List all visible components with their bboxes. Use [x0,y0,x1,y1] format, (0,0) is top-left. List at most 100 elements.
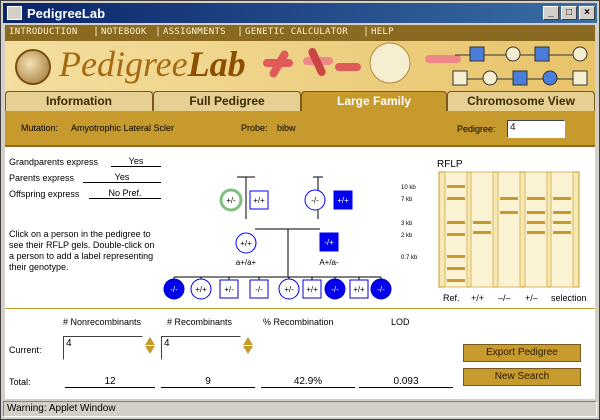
pedigree-circle-icon [505,46,521,62]
pedigree-square-icon [512,70,528,86]
pedigree-circle-icon [542,70,558,86]
gel-band [447,279,465,282]
gel-band [447,267,465,270]
rflp-gel: RFLP 10 kb 7 kb 3 kb 2 kb 0.7 kb Ref. +/… [401,159,587,303]
gel-lane [497,171,521,288]
genotype-label: +/- [284,285,294,294]
size-label: 3 kb [401,221,413,227]
chromosome-pair-icon [425,55,461,63]
probe-label: Probe: [241,123,268,133]
size-label: 7 kb [401,197,413,203]
current-label: Current: [9,345,42,355]
gel-band [447,197,465,200]
genotype-label: +/- [224,285,234,294]
mutation-label: Mutation: [21,123,59,133]
mutation-bar: Mutation: Amyotrophic Lateral Scler Prob… [5,111,595,147]
gel-band [527,211,545,214]
menu-genetic-calculator[interactable]: GENETIC CALCULATOR [245,27,348,37]
rflp-title: RFLP [437,159,463,170]
genotype-label: +/+ [240,239,252,248]
pedigree-label: Pedigree: [457,124,496,134]
gel-band [553,197,571,200]
lane-label-pm: +/– [525,293,538,303]
maximize-button[interactable]: □ [561,6,577,20]
percent-recombination-header: % Recombination [263,317,334,327]
offspring-express-label: Offspring express [9,189,80,199]
total-percent-recombination: 42.9% [261,376,355,388]
statistics-panel: # Nonrecombinants # Recombinants % Recom… [5,308,595,399]
genotype-label: -/+ [324,238,334,247]
applet-content: INTRODUCTION | NOTEBOOK | ASSIGNMENTS | … [5,25,595,399]
parents-express-label: Parents express [9,173,75,183]
gel-band [527,221,545,224]
total-nonrecombinants: 12 [65,376,155,388]
gel-band [553,231,571,234]
gel-band [447,221,465,224]
mutation-value: Amyotrophic Lateral Scler [71,123,175,133]
genotype-label: +/+ [306,285,318,294]
menu-help[interactable]: HELP [371,27,394,37]
grandparents-express-label: Grandparents express [9,157,99,167]
gel-band [553,221,571,224]
total-label: Total: [9,377,31,387]
gel-band [447,185,465,188]
logo-icon [15,49,51,85]
tab-full-pedigree[interactable]: Full Pedigree [153,91,301,111]
pedigree-diagram: +/- +/+ -/- +/+ +/+ a+/a+ -/+ A+/a- -/- +… [163,176,392,300]
pedigree-square-icon [452,70,468,86]
recombinants-header: # Recombinants [167,317,233,327]
pedigree-circle-icon [482,70,498,86]
title-bar[interactable]: PedigreeLab _ □ × [3,3,597,23]
spinner-down-icon[interactable] [145,346,155,354]
nonrecombinants-spinner[interactable] [145,336,156,355]
spinner-up-icon[interactable] [567,120,577,128]
tab-chromosome-view[interactable]: Chromosome View [447,91,595,111]
cell-icon [369,42,411,84]
new-search-button[interactable]: New Search [463,368,581,386]
app-icon [7,6,22,20]
minimize-button[interactable]: _ [543,6,559,20]
genotype-label: -/- [377,285,385,294]
pedigree-spinner[interactable] [567,119,578,138]
menu-introduction[interactable]: INTRODUCTION [9,27,78,37]
lane-label-pp: +/+ [471,293,484,303]
tab-information[interactable]: Information [5,91,153,111]
probe-value: bibw [277,123,296,133]
menu-assignments[interactable]: ASSIGNMENTS [163,27,226,37]
current-recombinants-field[interactable]: 4 [161,336,241,360]
genotype-label: -/- [255,285,263,294]
spinner-down-icon[interactable] [243,346,253,354]
spinner-down-icon[interactable] [567,129,577,137]
instructions-text: Click on a person in the pedigree to see… [9,229,155,272]
export-pedigree-button[interactable]: Export Pedigree [463,344,581,362]
genotype-label: -/- [311,196,319,205]
lod-header: LOD [391,317,410,327]
current-nonrecombinants-field[interactable]: 4 [63,336,143,360]
tab-strip: Information Full Pedigree Large Family C… [5,91,595,111]
genotype-label: -/- [170,285,178,294]
spinner-up-icon[interactable] [243,337,253,345]
spinner-up-icon[interactable] [145,337,155,345]
size-label: 10 kb [401,185,416,191]
tab-large-family[interactable]: Large Family [301,91,447,111]
close-button[interactable]: × [579,6,595,20]
genotype-label: +/+ [253,196,265,205]
menu-notebook[interactable]: NOTEBOOK [101,27,147,37]
parent-genotype-label: A+/a- [319,258,339,267]
gel-lane [470,171,494,288]
recombinants-spinner[interactable] [243,336,254,355]
grandparents-express-value: Yes [111,156,161,167]
banner-artwork [263,42,588,86]
pedigree-number-field[interactable]: 4 [507,120,565,138]
parent-genotype-label: a+/a+ [236,258,257,267]
lane-label-ref: Ref. [443,293,460,303]
chromosome-icon [263,48,361,78]
gel-lane [524,171,548,288]
applet-window: PedigreeLab _ □ × INTRODUCTION | NOTEBOO… [0,0,600,420]
genotype-label: +/+ [195,285,207,294]
pedigree-circle-icon [572,46,588,62]
total-lod: 0.093 [359,376,453,388]
pedigree-square-icon [534,46,550,62]
menu-bar: INTRODUCTION | NOTEBOOK | ASSIGNMENTS | … [5,25,595,41]
gel-band [473,231,491,234]
